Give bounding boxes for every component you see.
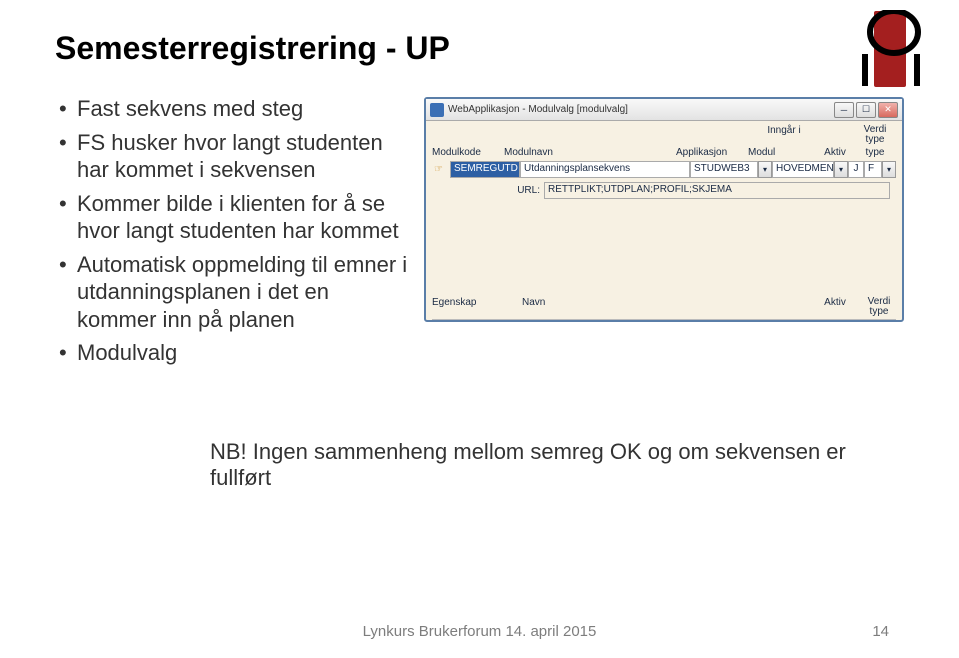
column-header-modulkode: Modulkode [432,147,504,158]
column-header-aktiv: Aktiv [816,147,854,158]
field-applikasjon[interactable]: STUDWEB3 [690,161,758,178]
group-header: Inngår i [714,125,854,145]
footer-text: Lynkurs Brukerforum 14. april 2015 [0,623,959,640]
minimize-button[interactable]: ─ [834,102,854,118]
pointer-icon: ☞ [432,164,450,175]
bullet-list: Fast sekvens med steg FS husker hvor lan… [55,95,414,373]
data-row[interactable]: ☞ SEMREGUTD Utdanningsplansekvens STUDWE… [432,160,896,179]
column-header-applikasjon: Applikasjon [676,147,748,158]
page-number: 14 [872,623,889,640]
app-window: WebApplikasjon - Modulvalg [modulvalg] ─… [424,97,904,322]
column-header-modul: Modul [748,147,816,158]
bullet-item: Automatisk oppmelding til emner i utdann… [59,251,414,334]
column-header-type: type [854,147,896,158]
note-text: NB! Ingen sammenheng mellom semreg OK og… [210,439,904,491]
dropdown-icon[interactable]: ▾ [758,161,772,178]
column-header-modulnavn: Modulnavn [504,147,676,158]
column-header-aktiv-lower: Aktiv [814,297,856,317]
bullet-item: Kommer bilde i klienten for å se hvor la… [59,190,414,245]
bullet-item: Modulvalg [59,339,414,367]
bullet-item: FS husker hvor langt studenten har komme… [59,129,414,184]
bullet-item: Fast sekvens med steg [59,95,414,123]
dropdown-icon[interactable]: ▾ [882,161,896,178]
separator [432,319,896,320]
app-icon [430,103,444,117]
field-verdi-type[interactable]: F [864,161,882,178]
dropdown-icon[interactable]: ▾ [834,161,848,178]
field-modul[interactable]: HOVEDMENY [772,161,834,178]
window-titlebar: WebApplikasjon - Modulvalg [modulvalg] ─… [426,99,902,121]
maximize-button[interactable]: ☐ [856,102,876,118]
column-header-egenskap: Egenskap [432,297,522,317]
close-button[interactable]: ✕ [878,102,898,118]
url-field[interactable]: RETTPLIKT;UTDPLAN;PROFIL;SKJEMA [544,182,890,199]
column-header-navn: Navn [522,297,814,317]
logo [854,10,929,88]
url-label: URL: [502,185,540,196]
column-header-verdi-type: Verdi type [854,125,896,145]
window-title: WebApplikasjon - Modulvalg [modulvalg] [448,104,830,115]
field-modulkode[interactable]: SEMREGUTD [450,161,520,178]
page-title: Semesterregistrering - UP [55,30,904,67]
column-header-verdi-type-lower: Verdi type [856,297,902,317]
field-modulnavn[interactable]: Utdanningsplansekvens [520,161,690,178]
field-aktiv[interactable]: J [848,161,864,178]
